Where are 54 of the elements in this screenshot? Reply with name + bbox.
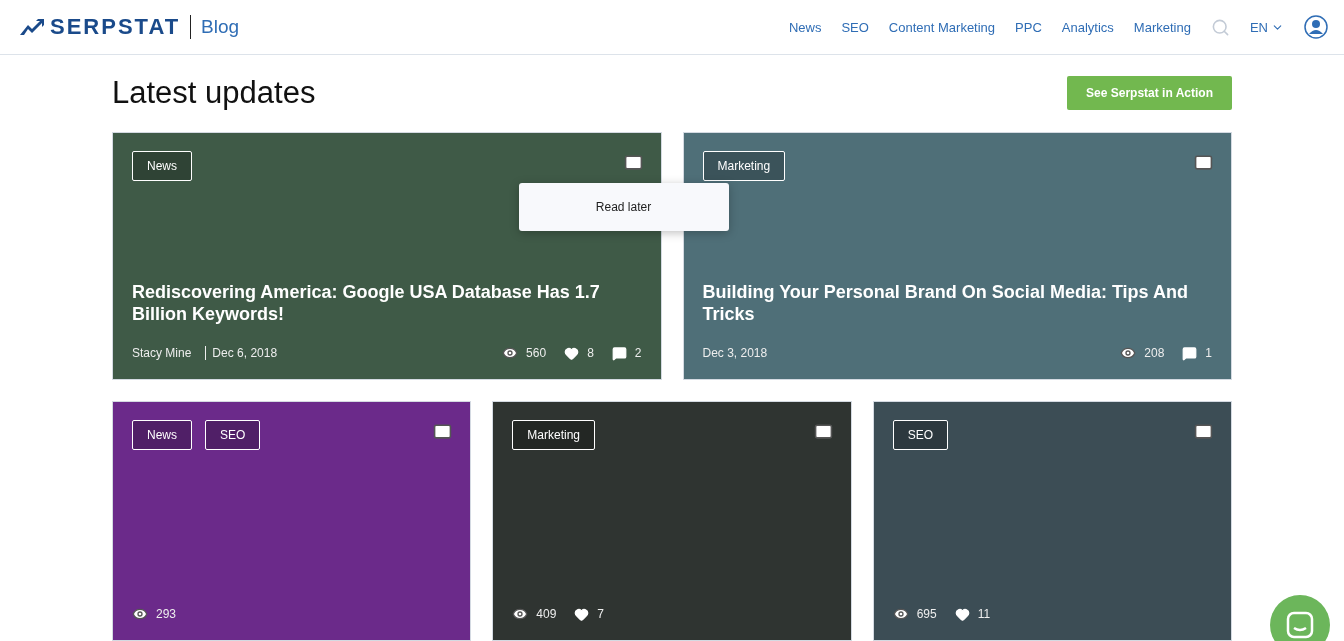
category-tag[interactable]: Marketing [512, 420, 595, 450]
heart-icon [574, 606, 590, 622]
nav-link[interactable]: Marketing [1133, 19, 1191, 35]
category-tag[interactable]: Marketing [702, 151, 786, 181]
eye-icon [502, 345, 519, 361]
logo-text[interactable]: SERPSTAT [50, 14, 181, 40]
heart-icon [954, 606, 970, 622]
mail-icon[interactable] [623, 153, 643, 172]
comments-count: 2 [611, 345, 642, 361]
mail-icon[interactable] [1194, 422, 1213, 441]
category-tag[interactable]: News [132, 420, 192, 450]
page-title: Latest updates [112, 75, 316, 111]
eye-icon [512, 606, 529, 622]
article-card[interactable]: SEO 695 11 [872, 401, 1232, 641]
views-count: 560 [502, 345, 547, 361]
mail-icon[interactable] [1194, 153, 1213, 172]
user-avatar-icon[interactable] [1304, 15, 1328, 39]
article-date: Dec 3, 2018 [702, 346, 768, 360]
mail-icon[interactable] [813, 422, 833, 441]
likes-count: 8 [564, 345, 594, 361]
article-card[interactable]: Marketing Building Your Personal Brand On Social Media: Tips And Tricks Dec 3, 2018 208 1 [682, 132, 1232, 380]
article-title[interactable]: Rediscovering America: Google USA Database Has 1.7 Billion Keywords! [132, 281, 622, 325]
language-selector[interactable]: EN [1249, 19, 1284, 35]
category-tag[interactable]: SEO [892, 420, 948, 450]
views-count: 293 [132, 606, 177, 622]
comment-icon [1182, 345, 1198, 361]
read-later-tooltip[interactable]: Read later [518, 183, 729, 231]
category-tag[interactable]: SEO [205, 420, 261, 450]
nav-link[interactable]: SEO [841, 19, 869, 35]
nav-link[interactable]: Analytics [1061, 19, 1114, 35]
comment-icon [611, 345, 627, 361]
article-card[interactable]: News SEO 293 [112, 401, 472, 641]
likes-count: 11 [954, 606, 991, 622]
author-name[interactable]: Stacy Mine [132, 346, 192, 360]
logo-icon [20, 19, 44, 35]
eye-icon [892, 606, 909, 622]
nav-link[interactable]: News [788, 19, 822, 35]
views-count: 208 [1120, 345, 1165, 361]
article-date: Dec 6, 2018 [205, 346, 278, 360]
heart-icon [564, 345, 580, 361]
eye-icon [132, 606, 148, 622]
mail-icon[interactable] [433, 422, 453, 441]
article-card[interactable]: Marketing 409 7 [492, 401, 852, 641]
eye-icon [1120, 345, 1137, 361]
views-count: 695 [892, 606, 937, 622]
blog-link[interactable]: Blog [201, 16, 240, 38]
category-tag[interactable]: News [132, 151, 192, 181]
comments-count: 1 [1182, 345, 1212, 361]
article-title[interactable]: Building Your Personal Brand On Social Media: Tips And Tricks [702, 281, 1193, 325]
nav-link[interactable]: PPC [1015, 19, 1042, 35]
likes-count: 7 [574, 606, 605, 622]
nav-link[interactable]: Content Marketing [888, 19, 996, 35]
chat-icon [1285, 610, 1315, 640]
views-count: 409 [512, 606, 557, 622]
